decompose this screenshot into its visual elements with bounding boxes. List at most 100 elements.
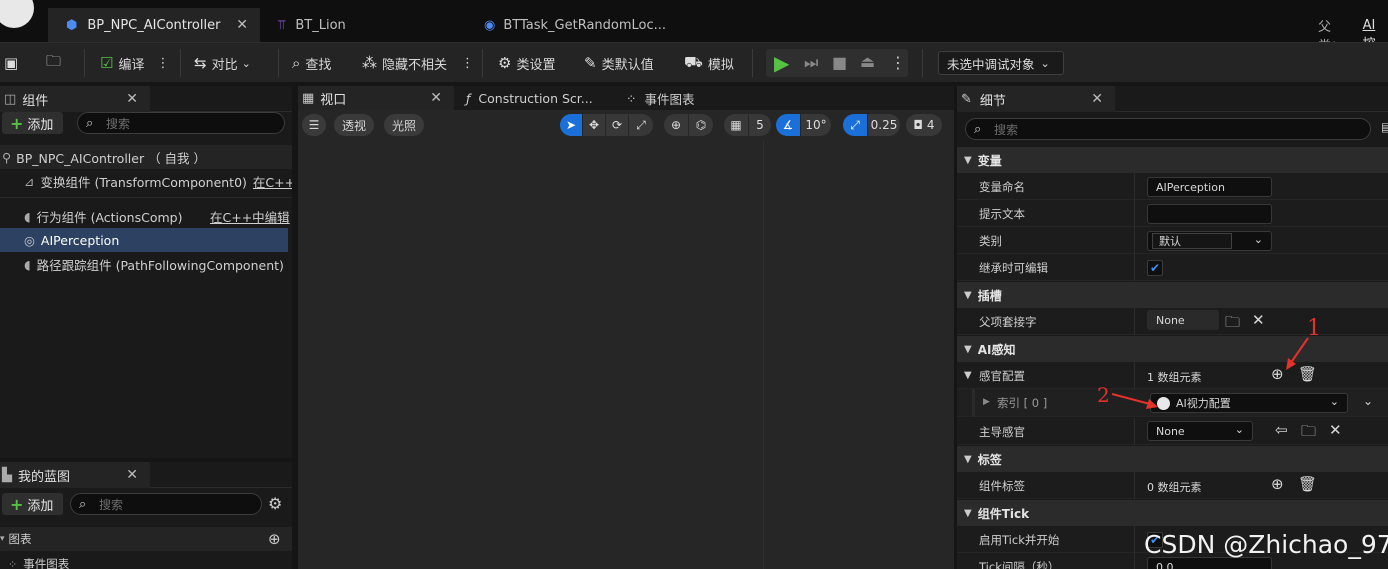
variable-name-field[interactable]: AIPerception — [1147, 177, 1272, 197]
category-tags[interactable]: ▼ 标签 — [957, 446, 1388, 472]
play-icon[interactable]: ▶ — [774, 51, 789, 75]
scale-snap-button[interactable]: ⤢ — [843, 114, 867, 136]
clear-icon[interactable]: ✕ — [1252, 311, 1265, 329]
category-label: 组件Tick — [977, 506, 1030, 521]
save-icon: ▣ — [4, 54, 19, 72]
clear-icon[interactable]: ✕ — [1329, 421, 1342, 439]
collapse-arrow-icon[interactable]: ▼ — [964, 370, 972, 381]
simulate-button[interactable]: ⛟ 模拟 — [684, 43, 734, 83]
tab-viewport[interactable]: ▦ 视口 ✕ — [298, 86, 454, 110]
details-search-input[interactable]: ⌕ 搜索 — [965, 118, 1371, 140]
event-graph-tab-label: 事件图表 — [644, 91, 695, 107]
viewport[interactable]: ☰ 透视 光照 ➤ ✥ ⟳ ⤢ ⊕ ⌬ ▦ 5 ∡ 10° ⤢ 0.25 ◘ 4 — [298, 110, 954, 569]
close-icon[interactable]: ✕ — [236, 17, 248, 33]
component-item-transform[interactable]: ⊿ 变换组件 (TransformComponent0) 在C++中 — [0, 169, 292, 193]
more-options-icon[interactable]: ⋮ — [461, 56, 474, 71]
close-icon[interactable]: ✕ — [1091, 91, 1103, 107]
perspective-button[interactable]: 透视 — [334, 114, 374, 136]
browse-icon[interactable]: 🗀 — [1301, 421, 1316, 446]
add-component-button[interactable]: + 添加 — [2, 112, 64, 134]
scale-snap-value-button[interactable]: 0.25 — [868, 114, 900, 136]
tab-details[interactable]: ✎ 细节 ✕ — [957, 86, 1115, 112]
property-matrix-icon[interactable]: ▤ — [1381, 120, 1388, 134]
grid-snap-button[interactable]: ▦ — [724, 114, 748, 136]
viewport-menu-button[interactable]: ☰ — [302, 114, 326, 136]
tooltip-field[interactable] — [1147, 204, 1272, 224]
browse-button[interactable]: 🗀 — [46, 43, 66, 83]
unreal-logo-icon[interactable] — [0, 0, 34, 28]
class-defaults-button[interactable]: ✎ 类默认值 — [584, 43, 654, 83]
lit-button[interactable]: 光照 — [384, 114, 424, 136]
gear-icon[interactable]: ⚙ — [268, 494, 282, 513]
prop-label: 变量命名 — [979, 179, 1025, 194]
graphs-section[interactable]: ▾ 图表 ⊕ — [0, 527, 292, 551]
expand-arrow-icon[interactable]: ▶ — [983, 397, 990, 407]
world-local-button[interactable]: ⊕ — [664, 114, 688, 136]
find-button[interactable]: ⌕ 查找 — [292, 43, 331, 83]
translate-tool-button[interactable]: ✥ — [583, 114, 605, 136]
search-icon: ⌕ — [86, 116, 94, 131]
rotation-snap-value-button[interactable]: 10° — [801, 114, 831, 136]
component-item-aiperception[interactable]: ◎ AIPerception — [0, 228, 288, 252]
surface-snap-button[interactable]: ⌬ — [689, 114, 713, 136]
rotation-snap-button[interactable]: ∡ — [776, 114, 800, 136]
diff-button[interactable]: ⇆ 对比 ⌄ — [194, 43, 251, 83]
use-selected-icon[interactable]: ⇦ — [1275, 421, 1288, 439]
chevron-down-icon: ⌄ — [1234, 423, 1244, 436]
component-item-actions[interactable]: ◖ 行为组件 (ActionsComp) 在C++中编辑 — [0, 204, 292, 228]
browse-socket-icon[interactable]: 🗀 — [1225, 312, 1240, 337]
add-member-button[interactable]: + 添加 — [2, 493, 64, 515]
add-graph-icon[interactable]: ⊕ — [268, 530, 281, 548]
tab-construction-script[interactable]: ƒ Construction Scr... — [466, 86, 593, 110]
tab-bp-npc-aicontroller[interactable]: ⬢ BP_NPC_AIController ✕ — [48, 8, 260, 42]
category-combo[interactable]: 默认 ⌄ — [1147, 231, 1272, 251]
sense-config-combo[interactable]: AI视力配置 ⌄ — [1150, 393, 1348, 413]
category-socket[interactable]: ▼ 插槽 — [957, 282, 1388, 308]
search-placeholder: 搜索 — [106, 116, 131, 131]
component-search-input[interactable]: ⌕ 搜索 — [77, 112, 285, 134]
details-icon: ✎ — [961, 91, 972, 107]
class-settings-button[interactable]: ⚙ 类设置 — [498, 43, 555, 83]
eject-icon[interactable]: ⏏ — [860, 52, 875, 71]
chevron-down-icon[interactable]: ⌄ — [1363, 394, 1373, 408]
save-button[interactable]: ▣ — [4, 43, 23, 83]
editable-checkbox[interactable]: ✔ — [1147, 260, 1163, 276]
tab-event-graph[interactable]: ⁘ 事件图表 — [626, 86, 695, 110]
category-ai-perception[interactable]: ▼ AI感知 — [957, 336, 1388, 362]
grid-size-button[interactable]: 5 — [749, 114, 771, 136]
rotate-icon: ⟳ — [611, 118, 623, 132]
gear-icon: ⚙ — [498, 54, 512, 72]
tab-bttask[interactable]: ◉ BTTask_GetRandomLoc... — [466, 8, 726, 42]
camera-speed-button[interactable]: ◘ 4 — [906, 114, 942, 136]
compile-button[interactable]: ☑ 编译 ⋮ — [100, 43, 169, 83]
hide-unrelated-button[interactable]: ⁂ 隐藏不相关 ⋮ — [362, 43, 474, 83]
close-icon[interactable]: ✕ — [126, 467, 138, 483]
tab-my-blueprint[interactable]: ▙ 我的蓝图 ✕ — [0, 462, 150, 488]
blueprint-search-input[interactable]: ⌕ 搜索 — [70, 493, 262, 515]
more-options-icon[interactable]: ⋮ — [890, 53, 906, 72]
dominant-sense-combo[interactable]: None ⌄ — [1147, 421, 1253, 441]
stop-icon[interactable]: ■ — [832, 53, 847, 72]
tab-components[interactable]: ◫ 组件 ✕ — [0, 86, 150, 112]
debug-target-dropdown[interactable]: 未选中调试对象 ⌄ — [938, 51, 1064, 75]
camera-speed-value: 4 — [926, 118, 935, 132]
select-tool-button[interactable]: ➤ — [560, 114, 582, 136]
category-component-tick[interactable]: ▼ 组件Tick — [957, 500, 1388, 526]
edit-in-cpp-link[interactable]: 在C++中 — [253, 172, 292, 191]
component-root[interactable]: ⚲ BP_NPC_AIController （ 自我 ） — [0, 145, 292, 169]
add-element-icon[interactable]: ⊕ — [1271, 475, 1284, 493]
tab-bt-lion[interactable]: ⫪ BT_Lion — [260, 8, 465, 42]
category-variable[interactable]: ▼ 变量 — [957, 147, 1388, 173]
trash-icon[interactable]: 🗑 — [1298, 475, 1317, 493]
event-graph-item[interactable]: ⁘ 事件图表 — [0, 552, 292, 569]
component-item-pathfollowing[interactable]: ◖ 路径跟踪组件 (PathFollowingComponent) — [0, 252, 292, 276]
edit-in-cpp-link[interactable]: 在C++中编辑 — [210, 207, 290, 226]
scale-tool-button[interactable]: ⤢ — [629, 114, 653, 136]
parent-socket-field[interactable]: None — [1147, 310, 1219, 330]
step-icon[interactable]: ⏭ — [804, 53, 818, 73]
rotate-tool-button[interactable]: ⟳ — [606, 114, 628, 136]
scale-snap-value: 0.25 — [870, 118, 898, 132]
close-icon[interactable]: ✕ — [126, 91, 138, 107]
close-icon[interactable]: ✕ — [430, 90, 442, 106]
more-options-icon[interactable]: ⋮ — [156, 56, 169, 71]
